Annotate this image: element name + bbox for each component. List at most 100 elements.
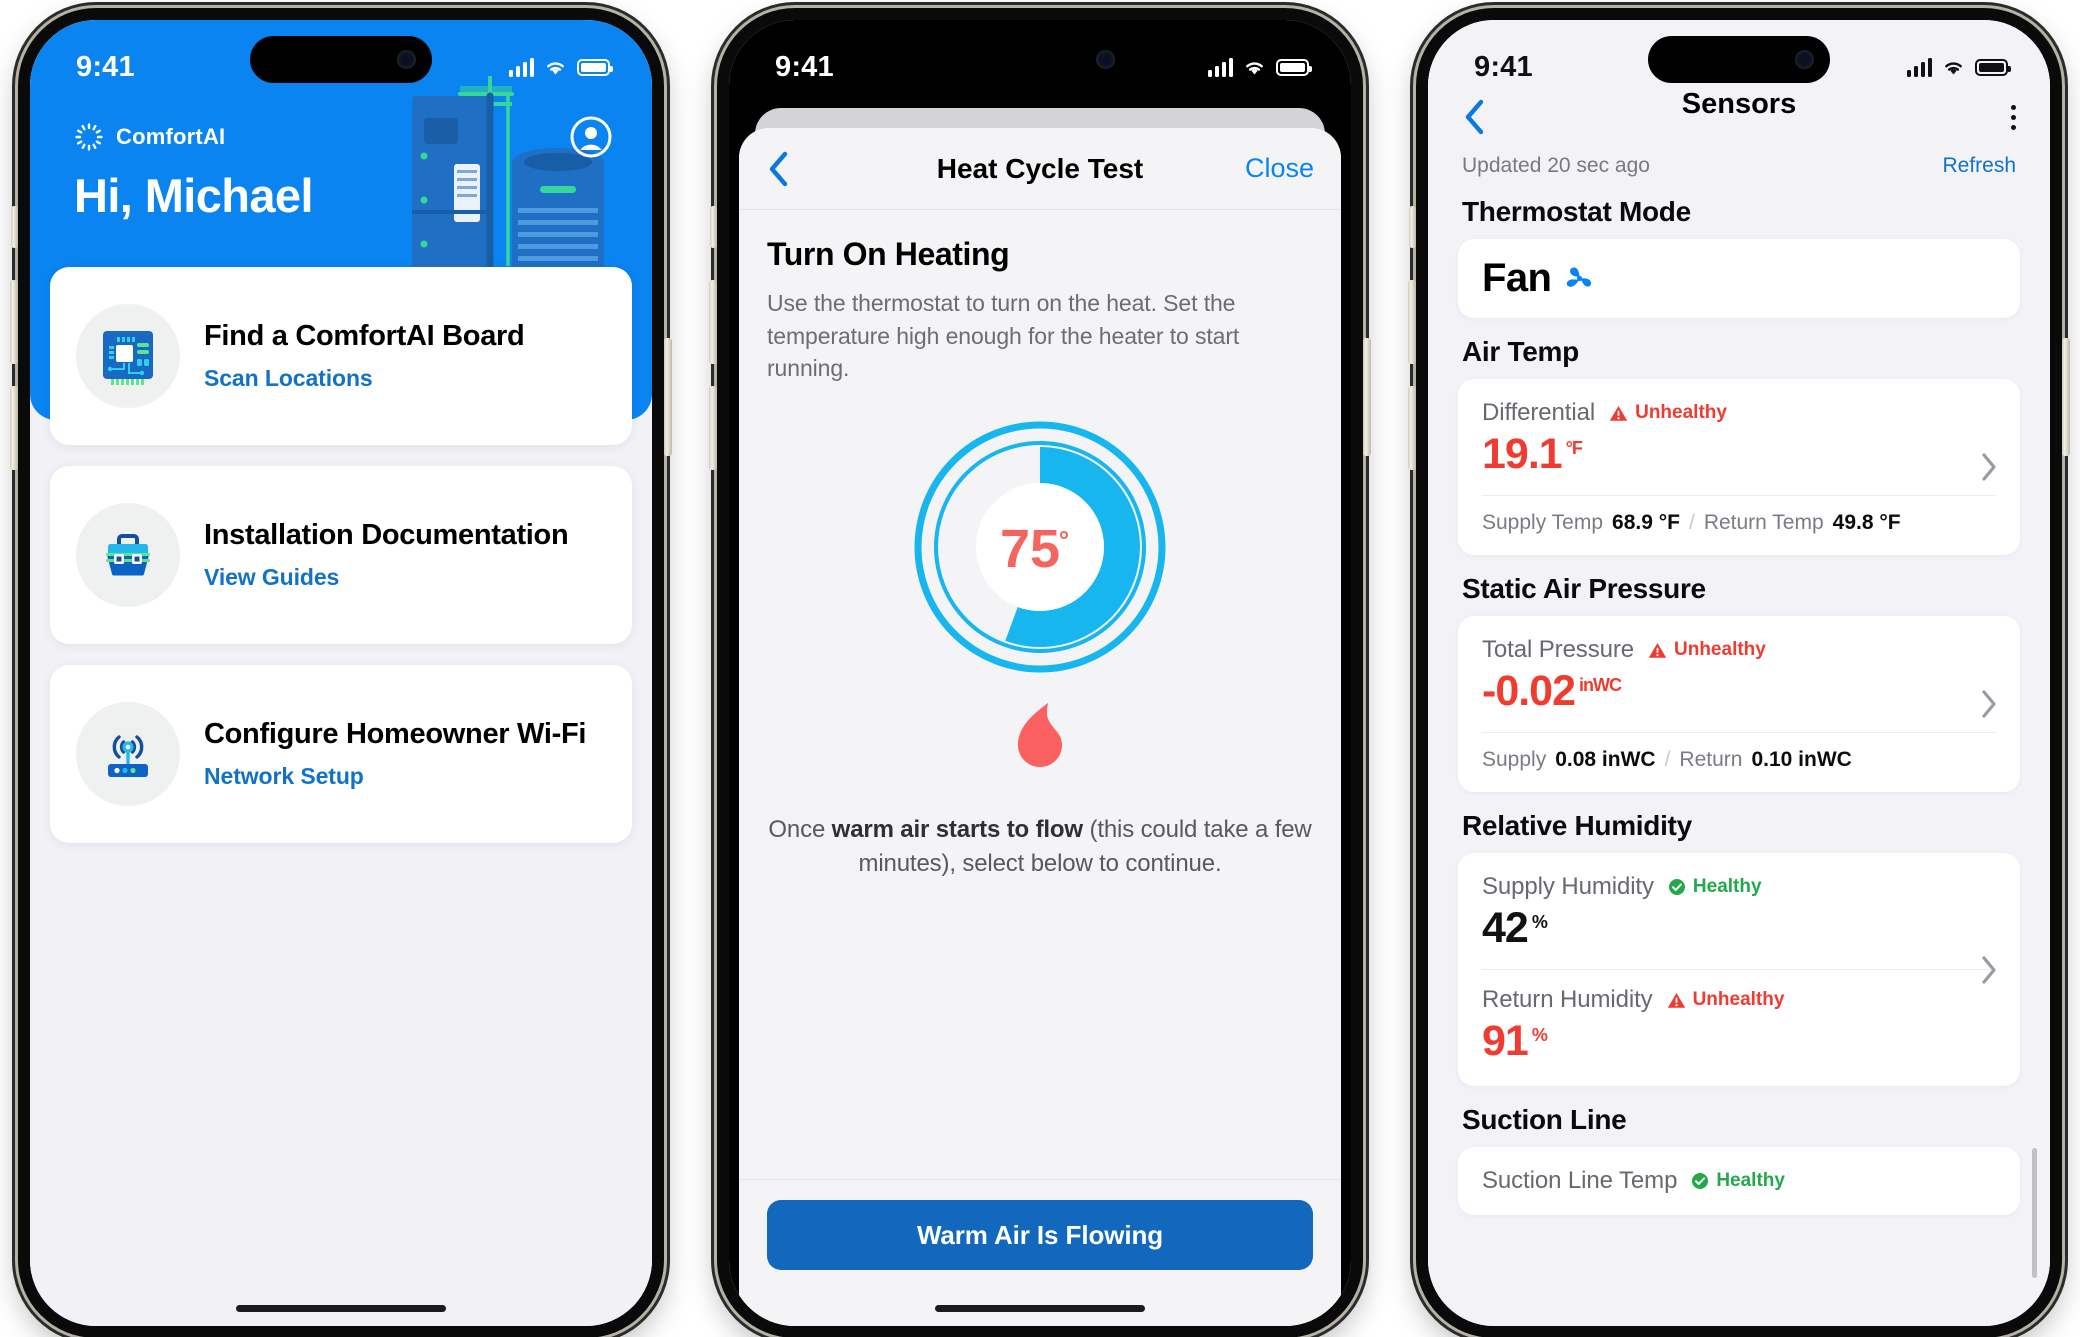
volume-down-button[interactable]	[709, 386, 717, 470]
chevron-left-icon[interactable]	[766, 149, 790, 189]
sub-label-1: Supply	[1482, 748, 1547, 771]
card-configure-wifi[interactable]: Configure Homeowner Wi-Fi Network Setup	[50, 665, 632, 843]
metric-label-row-2: Return Humidity Unhealthy	[1482, 986, 1996, 1014]
section-heading-relative-humidity: Relative Humidity	[1462, 810, 1692, 841]
air-temp-card[interactable]: Differential Unhealthy 19.1 °F Supply Te…	[1458, 379, 2020, 555]
metric-value: 42	[1482, 904, 1529, 952]
metric-value-row: -0.02 inWC	[1482, 667, 1996, 716]
phone-3-sensors: 9:41 Sensors Updated 20 sec ago Refresh …	[1408, 8, 2070, 1337]
warning-triangle-icon	[1648, 642, 1667, 658]
metric-label-row: Suction Line Temp Healthy	[1482, 1167, 1996, 1195]
phone-2-body: 9:41 Heat Cycle Test Close Turn On Heati…	[709, 8, 1371, 1337]
refresh-button[interactable]: Refresh	[1942, 154, 2016, 178]
close-button[interactable]: Close	[1245, 153, 1314, 184]
continue-note: Once warm air starts to flow (this could…	[767, 813, 1313, 881]
thermostat-dial-wrap: 75 °	[767, 419, 1313, 675]
card-divider	[1482, 732, 1996, 733]
card-link[interactable]: Scan Locations	[204, 365, 606, 392]
svg-text:°: °	[1059, 525, 1069, 555]
metric-label: Total Pressure	[1482, 636, 1634, 663]
check-circle-icon	[1668, 879, 1685, 895]
card-link[interactable]: Network Setup	[204, 763, 606, 790]
mute-switch[interactable]	[11, 206, 18, 248]
mute-switch[interactable]	[1409, 206, 1416, 248]
metric-value-row-2: 91 %	[1482, 1017, 1996, 1066]
power-button[interactable]	[1363, 338, 1371, 456]
phone-2-heat-cycle-test: 9:41 Heat Cycle Test Close Turn On Heati…	[709, 8, 1371, 1337]
toolbox-icon	[76, 503, 180, 607]
phone-3-screen: 9:41 Sensors Updated 20 sec ago Refresh …	[1428, 20, 2050, 1326]
metric-unit: °F	[1565, 438, 1583, 458]
status-badge: Unhealthy	[1609, 402, 1727, 424]
card-title: Find a ComfortAI Board	[204, 320, 525, 353]
card-divider	[1482, 969, 1996, 970]
sub-separator: /	[1688, 511, 1695, 534]
metric-value-row: 42 %	[1482, 904, 1996, 953]
phone-1-home: 9:41 ComfortAI Hi, Michael Find a Comfor…	[10, 8, 672, 1337]
circuit-board-icon	[76, 304, 180, 408]
volume-down-button[interactable]	[10, 386, 18, 470]
heat-cycle-sheet: Heat Cycle Test Close Turn On Heating Us…	[739, 128, 1341, 1326]
metric-unit: %	[1531, 1025, 1548, 1045]
updated-text: Updated 20 sec ago	[1462, 154, 1650, 177]
chevron-left-icon[interactable]	[1462, 97, 1486, 137]
brand-name: ComfortAI	[116, 124, 226, 149]
metric-label-row: Supply Humidity Healthy	[1482, 873, 1996, 901]
phone-2-screen: 9:41 Heat Cycle Test Close Turn On Heati…	[729, 20, 1351, 1326]
status-text: Healthy	[1692, 876, 1762, 897]
card-find-board[interactable]: Find a ComfortAI Board Scan Locations	[50, 267, 632, 445]
account-circle-icon[interactable]	[570, 116, 612, 158]
sub-value-2: 0.10 inWC	[1751, 748, 1852, 771]
sub-value-1: 0.08 inWC	[1555, 748, 1656, 771]
card-installation-docs[interactable]: Installation Documentation View Guides	[50, 466, 632, 644]
suction-line-card[interactable]: Suction Line Temp Healthy	[1458, 1147, 2020, 1215]
static-air-pressure-card[interactable]: Total Pressure Unhealthy -0.02 inWC Supp…	[1458, 616, 2020, 792]
overflow-menu-icon[interactable]	[2011, 104, 2016, 130]
phone-1-body: 9:41 ComfortAI Hi, Michael Find a Comfor…	[10, 8, 672, 1337]
phone-1-screen: 9:41 ComfortAI Hi, Michael Find a Comfor…	[30, 20, 652, 1326]
chevron-right-icon[interactable]	[1981, 955, 1998, 985]
step-subtitle: Use the thermostat to turn on the heat. …	[767, 290, 1240, 382]
thermostat-mode-card[interactable]: Fan	[1458, 239, 2020, 318]
status-text: Unhealthy	[1635, 402, 1727, 423]
card-link[interactable]: View Guides	[204, 564, 606, 591]
volume-up-button[interactable]	[1408, 280, 1416, 364]
power-button[interactable]	[2062, 338, 2070, 456]
step-heading: Turn On Heating	[767, 236, 1010, 272]
warm-air-is-flowing-button[interactable]: Warm Air Is Flowing	[767, 1200, 1313, 1270]
card-text: Configure Homeowner Wi-Fi Network Setup	[204, 718, 606, 790]
chevron-right-icon[interactable]	[1981, 689, 1998, 719]
sensors-page: 9:41 Sensors Updated 20 sec ago Refresh …	[1428, 20, 2050, 1326]
sub-label-1: Supply Temp	[1482, 511, 1604, 534]
volume-up-button[interactable]	[10, 280, 18, 364]
sheet-footer: Warm Air Is Flowing	[739, 1179, 1341, 1326]
metric-label: Return Humidity	[1482, 986, 1653, 1013]
flame-icon	[1018, 702, 1062, 767]
metric-unit: inWC	[1579, 675, 1622, 695]
updated-row: Updated 20 sec ago Refresh	[1428, 148, 2050, 178]
chevron-right-icon[interactable]	[1981, 452, 1998, 482]
thermostat-dial-icon[interactable]: 75 °	[912, 419, 1168, 675]
status-badge: Healthy	[1691, 1170, 1785, 1192]
note-pre: Once	[768, 815, 832, 843]
sub-value-1: 68.9 °F	[1612, 511, 1680, 534]
sub-metrics-row: Supply 0.08 inWC / Return 0.10 inWC	[1482, 748, 1996, 772]
volume-down-button[interactable]	[1408, 386, 1416, 470]
power-button[interactable]	[664, 338, 672, 456]
home-brand-row: ComfortAI	[74, 116, 612, 158]
section-heading-static-air-pressure: Static Air Pressure	[1462, 573, 1706, 604]
card-text: Installation Documentation View Guides	[204, 519, 606, 591]
metric-value-row: 19.1 °F	[1482, 430, 1996, 479]
home-indicator[interactable]	[935, 1305, 1145, 1312]
status-badge: Unhealthy	[1648, 639, 1766, 661]
mute-switch[interactable]	[710, 206, 717, 248]
scrollbar-indicator[interactable]	[2032, 1148, 2037, 1278]
thermostat-mode-value: Fan	[1482, 256, 1552, 300]
relative-humidity-card[interactable]: Supply Humidity Healthy 42 % Return Humi…	[1458, 853, 2020, 1086]
card-title: Configure Homeowner Wi-Fi	[204, 718, 587, 751]
front-camera-icon	[397, 50, 416, 69]
volume-up-button[interactable]	[709, 280, 717, 364]
home-indicator[interactable]	[236, 1305, 446, 1312]
status-text: Unhealthy	[1674, 639, 1766, 660]
section-heading-thermostat-mode: Thermostat Mode	[1462, 196, 1691, 227]
